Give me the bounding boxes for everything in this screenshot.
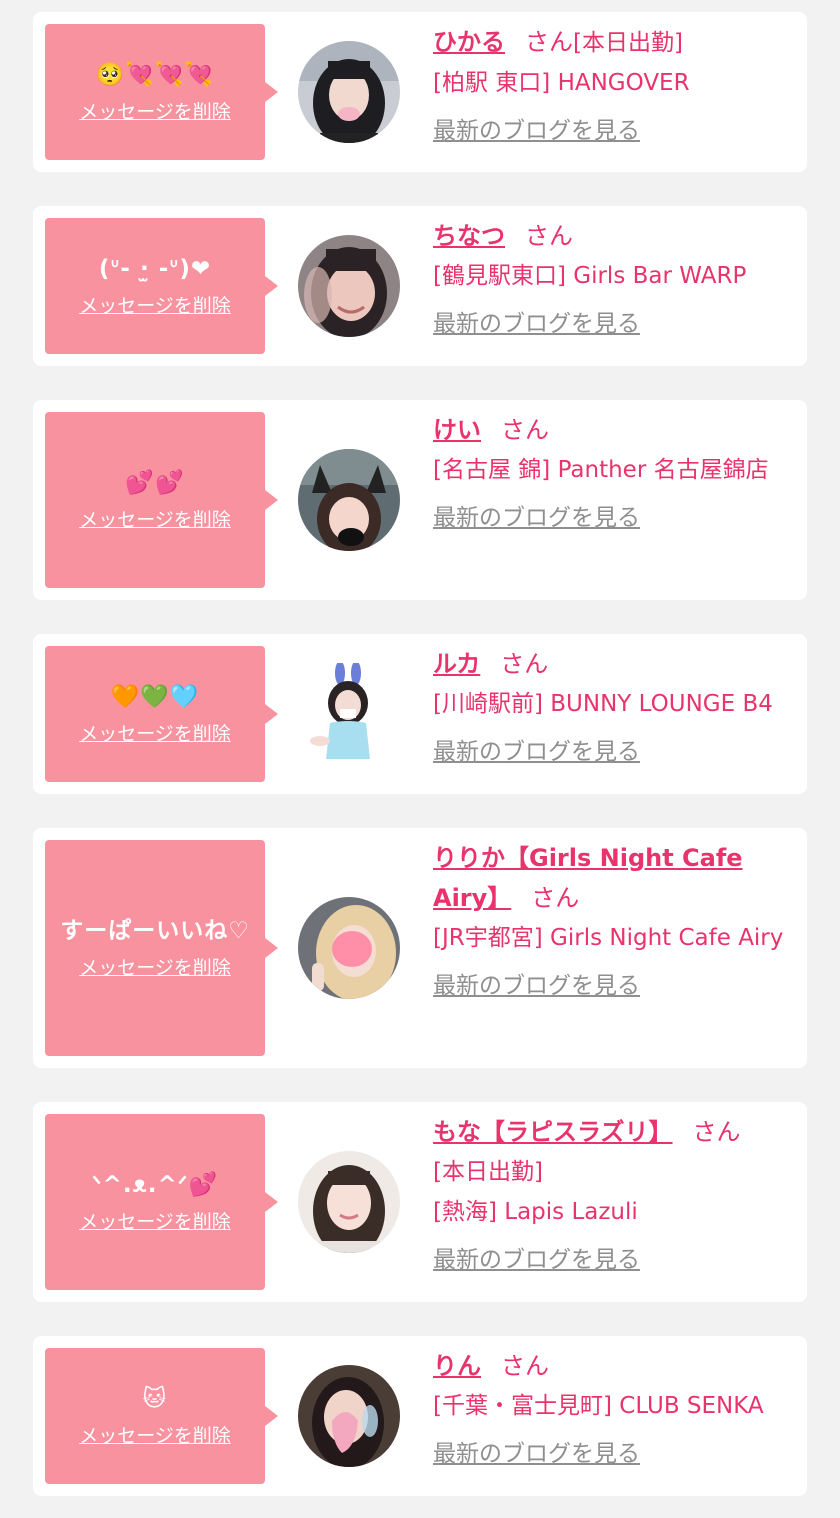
honorific: さん [525, 222, 573, 250]
girl-name-link[interactable]: ひかる [433, 28, 505, 56]
list-item: 💕💕 メッセージを削除 けい さん [名古屋 錦] Panther 名古屋錦店 最… [33, 400, 807, 600]
message-bubble: 💕💕 メッセージを削除 [45, 412, 278, 588]
honorific: さん [501, 1352, 549, 1380]
shop-info: [JR宇都宮] Girls Night Cafe Airy [433, 925, 784, 951]
blog-link[interactable]: 最新のブログを見る [433, 309, 640, 339]
blog-link[interactable]: 最新のブログを見る [433, 971, 640, 1001]
list-item: すーぱーいいね♡ メッセージを削除 りりか【Girls Night Cafe A… [33, 828, 807, 1068]
girl-info: もな【ラピスラズリ】 さん [本日出勤] [熱海] Lapis Lazuli 最新… [433, 1112, 799, 1275]
honorific: さん [500, 650, 549, 678]
blog-link[interactable]: 最新のブログを見る [433, 737, 640, 767]
avatar[interactable] [298, 41, 400, 143]
message-text: すーぱーいいね♡ [60, 918, 250, 944]
shop-info: [熱海] Lapis Lazuli [433, 1199, 638, 1225]
message-bubble: すーぱーいいね♡ メッセージを削除 [45, 840, 278, 1056]
girl-name-link[interactable]: けい [433, 416, 481, 444]
work-status: [本日出勤] [433, 1159, 543, 1185]
avatar[interactable] [298, 663, 400, 765]
delete-message-link[interactable]: メッセージを削除 [79, 1424, 231, 1448]
honorific: さん [692, 1118, 741, 1146]
blog-link[interactable]: 最新のブログを見る [433, 1439, 640, 1469]
avatar-photo [298, 663, 400, 765]
list-item: 🐱 メッセージを削除 りん さん [千葉・富士見町] CLUB SENKA 最新の… [33, 1336, 807, 1496]
list-item: 🥺💘💘💘 メッセージを削除 ひかる さん[本日出勤] [柏駅 東口] HANGOV… [33, 12, 807, 172]
girl-name-link[interactable]: りりか【Girls Night Cafe Airy】 [433, 844, 743, 912]
girl-info: りん さん [千葉・富士見町] CLUB SENKA 最新のブログを見る [433, 1346, 799, 1469]
girl-info: ちなつ さん [鶴見駅東口] Girls Bar WARP 最新のブログを見る [433, 216, 799, 339]
blog-link[interactable]: 最新のブログを見る [433, 503, 640, 533]
work-status: [本日出勤] [573, 30, 683, 56]
list-item: 🧡💚🩵 メッセージを削除 ルカ さん [川崎駅前] BUNNY LOUNGE B4… [33, 634, 807, 794]
avatar-photo [298, 449, 400, 551]
list-item: (ᐡ- ·̫ -ᐡ)❤ メッセージを削除 ちなつ さん [鶴見駅東口] Girls… [33, 206, 807, 366]
message-bubble: 🧡💚🩵 メッセージを削除 [45, 646, 278, 782]
avatar[interactable] [298, 235, 400, 337]
girl-info: ルカ さん [川崎駅前] BUNNY LOUNGE B4 最新のブログを見る [433, 644, 799, 767]
shop-info: [千葉・富士見町] CLUB SENKA [433, 1393, 764, 1419]
honorific: さん [525, 28, 573, 56]
message-text: 🐱 [142, 1386, 168, 1412]
girl-info: ひかる さん[本日出勤] [柏駅 東口] HANGOVER 最新のブログを見る [433, 22, 799, 146]
avatar[interactable] [298, 449, 400, 551]
message-text: 🧡💚🩵 [110, 684, 200, 710]
blog-link[interactable]: 最新のブログを見る [433, 116, 640, 146]
blog-link[interactable]: 最新のブログを見る [433, 1245, 640, 1275]
avatar[interactable] [298, 1365, 400, 1467]
shop-info: [川崎駅前] BUNNY LOUNGE B4 [433, 691, 773, 717]
girl-name-link[interactable]: ちなつ [433, 222, 505, 250]
girl-name-link[interactable]: ルカ [433, 650, 480, 678]
delete-message-link[interactable]: メッセージを削除 [79, 1210, 231, 1234]
message-bubble: ᐠ^.ᴥ.^ᐟ💕 メッセージを削除 [45, 1114, 278, 1290]
shop-info: [柏駅 東口] HANGOVER [433, 70, 690, 96]
delete-message-link[interactable]: メッセージを削除 [79, 956, 231, 980]
avatar[interactable] [298, 1151, 400, 1253]
delete-message-link[interactable]: メッセージを削除 [79, 100, 231, 124]
avatar-photo [298, 235, 400, 337]
avatar[interactable] [298, 897, 400, 999]
avatar-photo [298, 897, 400, 999]
girl-info: けい さん [名古屋 錦] Panther 名古屋錦店 最新のブログを見る [433, 410, 799, 533]
honorific: さん [501, 416, 549, 444]
message-bubble: 🥺💘💘💘 メッセージを削除 [45, 24, 278, 160]
girl-name-link[interactable]: もな【ラピスラズリ】 [433, 1118, 673, 1146]
honorific: さん [531, 884, 580, 912]
message-text: (ᐡ- ·̫ -ᐡ)❤ [98, 256, 212, 282]
list-item: ᐠ^.ᴥ.^ᐟ💕 メッセージを削除 もな【ラピスラズリ】 さん [本日出勤] [熱… [33, 1102, 807, 1302]
message-text: 🥺💘💘💘 [95, 62, 215, 88]
girl-info: りりか【Girls Night Cafe Airy】 さん [JR宇都宮] Gir… [433, 838, 799, 1001]
message-bubble: (ᐡ- ·̫ -ᐡ)❤ メッセージを削除 [45, 218, 278, 354]
message-text: ᐠ^.ᴥ.^ᐟ💕 [91, 1172, 219, 1198]
shop-info: [名古屋 錦] Panther 名古屋錦店 [433, 457, 769, 483]
delete-message-link[interactable]: メッセージを削除 [79, 508, 231, 532]
girl-name-link[interactable]: りん [433, 1352, 481, 1380]
shop-info: [鶴見駅東口] Girls Bar WARP [433, 263, 747, 289]
delete-message-link[interactable]: メッセージを削除 [79, 294, 231, 318]
message-text: 💕💕 [125, 470, 185, 496]
delete-message-link[interactable]: メッセージを削除 [79, 722, 231, 746]
avatar-photo [298, 1365, 400, 1467]
message-bubble: 🐱 メッセージを削除 [45, 1348, 278, 1484]
avatar-photo [298, 41, 400, 143]
avatar-photo [298, 1151, 400, 1253]
